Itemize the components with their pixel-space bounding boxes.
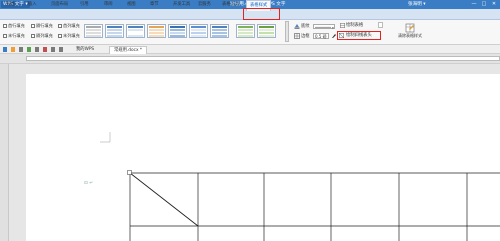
tab-table-tools[interactable]: 表格工具	[222, 0, 239, 10]
maximize-button[interactable]: □	[480, 1, 488, 8]
draw-table-button[interactable]: 绘制表格	[346, 22, 363, 29]
horizontal-ruler[interactable]	[26, 56, 500, 61]
checkbox-first-column[interactable]	[58, 24, 62, 28]
minimize-button[interactable]: —	[470, 1, 478, 8]
document-table[interactable]	[127, 170, 500, 241]
svg-text:▾: ▾	[332, 26, 334, 30]
checkbox-label: 首列填充	[63, 23, 80, 28]
checkbox-label: 末列填充	[63, 33, 80, 38]
line-width-select[interactable]: 0.5 磅	[313, 33, 329, 39]
doc-tab-my-wps[interactable]: 我的WPS	[72, 46, 98, 53]
tab-home[interactable]: 开始	[6, 0, 15, 10]
table-style-plain[interactable]	[84, 24, 103, 38]
checkbox-label: 隔行填充	[36, 23, 53, 28]
gallery-scroll[interactable]	[285, 21, 289, 42]
table-style-blue-4[interactable]	[189, 24, 208, 38]
checkbox-label: 末行填充	[8, 33, 25, 38]
checkbox-label: 首行填充	[8, 23, 25, 28]
tab-cloud[interactable]: 云服务	[198, 0, 211, 10]
border-icon[interactable]	[294, 33, 300, 39]
clear-style-icon	[405, 23, 415, 33]
margin-corner-mark	[100, 132, 111, 143]
doc-tab-current[interactable]: 常规用.docx *	[109, 46, 148, 54]
highlight-box-table-style-tab	[243, 8, 280, 20]
shading-label[interactable]: 底纹	[301, 23, 310, 29]
checkbox-banded-columns[interactable]	[31, 34, 35, 38]
eraser-icon[interactable]	[378, 22, 383, 28]
tab-view[interactable]: 视图	[127, 0, 136, 10]
checkbox-last-column[interactable]	[58, 34, 62, 38]
table-style-green-2[interactable]	[257, 24, 276, 38]
paragraph-mark-icon: ⊡ ↵	[84, 181, 93, 186]
tab-section[interactable]: 章节	[150, 0, 159, 10]
close-button[interactable]: ✕	[490, 1, 498, 8]
vertical-ruler[interactable]	[0, 64, 9, 241]
checkbox-label: 隔列填充	[36, 33, 53, 38]
clear-style-label: 清除表格样式	[398, 33, 422, 38]
table-style-blue-2[interactable]	[126, 24, 145, 38]
table-style-blue-5[interactable]	[210, 24, 229, 38]
tab-developer[interactable]: 开发工具	[173, 0, 190, 10]
checkbox-header-row[interactable]	[3, 24, 7, 28]
draw-table-icon[interactable]	[340, 23, 345, 28]
table-style-green-1[interactable]	[236, 24, 255, 38]
table-style-orange[interactable]	[147, 24, 166, 38]
tab-review[interactable]: 审阅	[104, 0, 113, 10]
table-style-blue-3[interactable]	[168, 24, 187, 38]
checkbox-total-row[interactable]	[3, 34, 7, 38]
diagonal-header-icon	[339, 33, 344, 38]
quick-access-icons[interactable]	[2, 46, 72, 53]
tab-insert[interactable]: 插入	[28, 0, 37, 10]
checkbox-banded-rows[interactable]	[31, 24, 35, 28]
shading-icon[interactable]	[294, 23, 300, 29]
tab-references[interactable]: 引用	[80, 0, 89, 10]
tab-page-layout[interactable]: 页面布局	[51, 0, 68, 10]
user-menu[interactable]: 张海明 ▾	[408, 0, 426, 9]
line-style-select[interactable]: ▾	[313, 24, 335, 30]
diagonal-header-line	[129, 172, 199, 227]
table-style-blue-1[interactable]	[105, 24, 124, 38]
border-label[interactable]: 边框	[301, 33, 310, 39]
table-move-handle	[127, 170, 132, 175]
clear-table-style-button[interactable]: 清除表格样式	[396, 23, 424, 42]
